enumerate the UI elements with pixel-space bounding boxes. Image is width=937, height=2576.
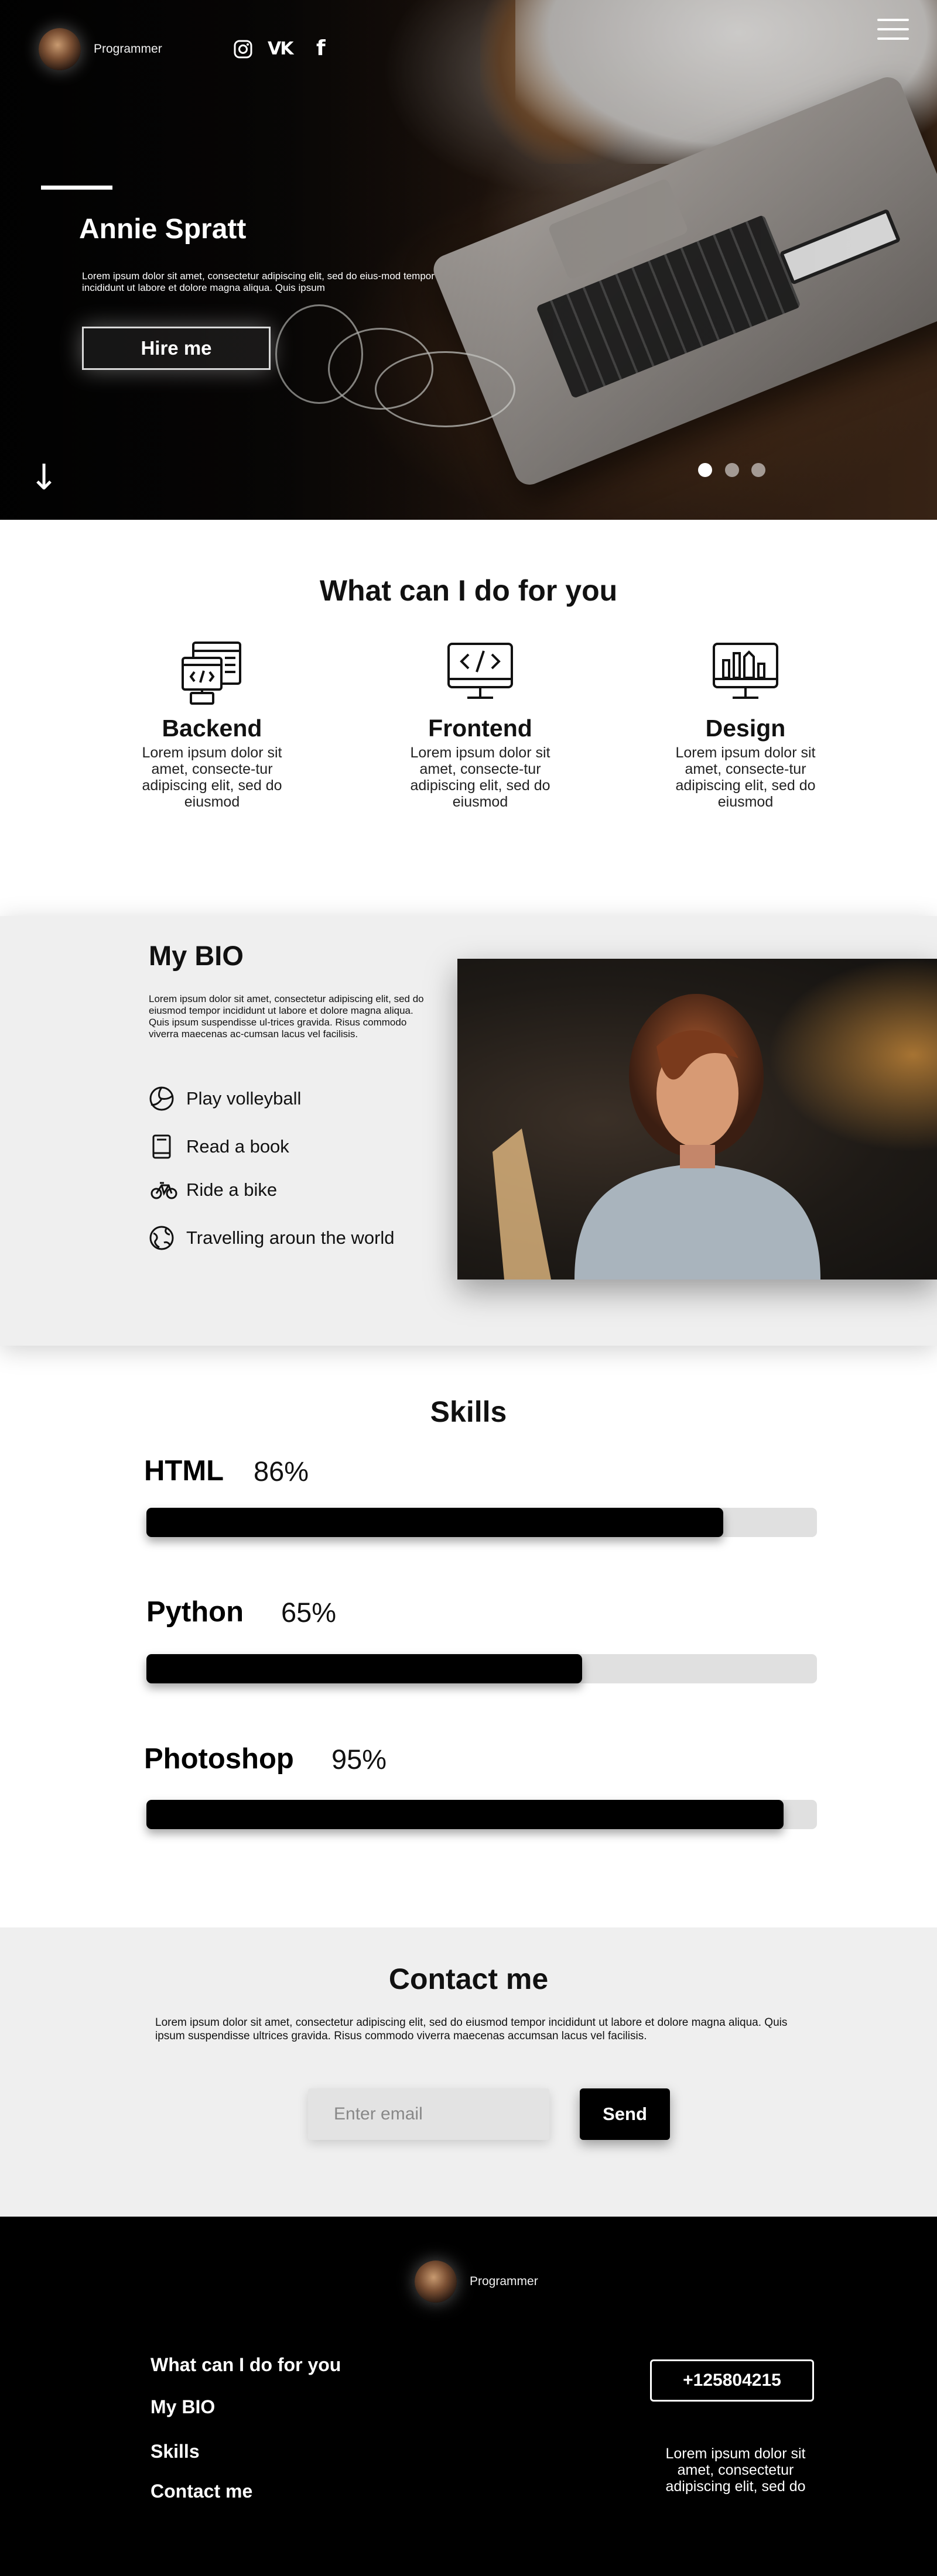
brand-name[interactable]: Programmer xyxy=(94,42,162,56)
service-name: Frontend xyxy=(428,715,532,742)
vk-icon[interactable]: VK xyxy=(268,39,293,59)
bio-portrait-photo xyxy=(457,959,937,1280)
service-design: Design Lorem ipsum dolor sit amet, conse… xyxy=(658,638,833,810)
footer-link-contact[interactable]: Contact me xyxy=(151,2481,252,2502)
portrait-illustration xyxy=(457,959,937,1280)
skill-name: Python xyxy=(146,1596,244,1628)
avatar[interactable] xyxy=(39,28,81,70)
footer-avatar[interactable] xyxy=(415,2261,457,2303)
facebook-icon[interactable]: f xyxy=(316,36,326,60)
footer-brand-name[interactable]: Programmer xyxy=(470,2275,538,2289)
skill-percent: 95% xyxy=(331,1744,387,1775)
footer-text: Lorem ipsum dolor sit amet, consectetur … xyxy=(665,2445,806,2495)
skill-percent: 86% xyxy=(254,1456,309,1487)
hero-section xyxy=(0,0,937,520)
hobby-label: Play volleyball xyxy=(186,1088,302,1109)
skill-bar-fill xyxy=(146,1654,583,1683)
service-backend: Backend Lorem ipsum dolor sit amet, cons… xyxy=(124,638,300,810)
email-field[interactable] xyxy=(308,2088,549,2140)
service-text: Lorem ipsum dolor sit amet, consecte-tur… xyxy=(410,745,550,810)
skill-track xyxy=(146,1800,817,1829)
service-text: Lorem ipsum dolor sit amet, consecte-tur… xyxy=(675,745,816,810)
hobby-label: Travelling aroun the world xyxy=(186,1227,395,1248)
hobby-item: Travelling aroun the world xyxy=(149,1225,395,1251)
instagram-icon[interactable] xyxy=(234,40,252,59)
skill-name: HTML xyxy=(144,1455,224,1487)
service-name: Backend xyxy=(162,715,262,742)
hero-text: Lorem ipsum dolor sit amet, consectetur … xyxy=(82,270,435,293)
slider-dot-1[interactable] xyxy=(698,463,712,477)
hobby-item: Ride a bike xyxy=(149,1177,277,1203)
contact-title: Contact me xyxy=(388,1963,549,1995)
hobby-label: Ride a bike xyxy=(186,1179,278,1200)
skills-title: Skills xyxy=(430,1395,507,1428)
footer-link-bio[interactable]: My BIO xyxy=(151,2396,215,2418)
footer-link-services[interactable]: What can I do for you xyxy=(151,2354,341,2376)
hobby-item: Play volleyball xyxy=(149,1086,301,1112)
skill-track xyxy=(146,1508,817,1537)
hero-accent-bar xyxy=(41,186,112,190)
volleyball-icon xyxy=(149,1086,174,1111)
book-icon xyxy=(152,1134,171,1159)
bio-title: My BIO xyxy=(149,940,244,971)
service-frontend: Frontend Lorem ipsum dolor sit amet, con… xyxy=(392,638,568,810)
skill-bar-fill xyxy=(146,1508,723,1537)
service-name: Design xyxy=(705,715,786,742)
skill-name: Photoshop xyxy=(144,1743,294,1775)
bio-text: Lorem ipsum dolor sit amet, consectetur … xyxy=(149,993,424,1040)
monitor-code-icon xyxy=(447,643,513,699)
slider-dot-2[interactable] xyxy=(725,463,739,477)
hobby-label: Read a book xyxy=(186,1136,289,1157)
slider-dot-3[interactable] xyxy=(751,463,765,477)
skill-track xyxy=(146,1654,817,1683)
monitor-design-icon xyxy=(713,643,778,699)
hero-title: Annie Spratt xyxy=(79,214,247,245)
footer-link-skills[interactable]: Skills xyxy=(151,2441,200,2462)
skill-bar-fill xyxy=(146,1800,784,1829)
hamburger-icon[interactable] xyxy=(877,19,909,40)
skill-percent: 65% xyxy=(281,1597,337,1628)
hero-overlay xyxy=(0,0,937,520)
hobby-item: Read a book xyxy=(149,1134,289,1160)
contact-text: Lorem ipsum dolor sit amet, consectetur … xyxy=(155,2016,788,2042)
services-title: What can I do for you xyxy=(319,574,618,607)
backend-code-icon xyxy=(182,642,241,705)
scroll-down-icon[interactable]: ↓ xyxy=(29,460,59,498)
bike-icon xyxy=(151,1182,177,1199)
service-text: Lorem ipsum dolor sit amet, consecte-tur… xyxy=(142,745,282,810)
phone-button[interactable]: +125804215 xyxy=(650,2359,814,2402)
globe-icon xyxy=(149,1226,174,1250)
hire-me-button[interactable]: Hire me xyxy=(82,327,271,370)
send-button[interactable]: Send xyxy=(580,2088,670,2140)
